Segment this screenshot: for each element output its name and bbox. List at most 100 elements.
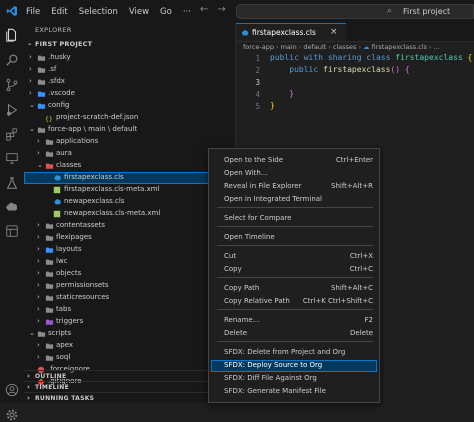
menu-item-label: Delete <box>224 329 247 337</box>
tree-item[interactable]: firstapexclass.cls-meta.xml <box>24 184 235 196</box>
tree-item[interactable]: › .vscode <box>24 88 235 100</box>
chevron-right-icon[interactable]: › <box>37 233 40 241</box>
tree-item[interactable]: › staticresources <box>24 292 235 304</box>
chevron-right-icon[interactable]: › <box>37 305 40 313</box>
tree-item[interactable]: firstapexclass.cls <box>24 172 235 184</box>
chevron-right-icon[interactable]: › <box>37 221 40 229</box>
breadcrumb-more[interactable]: ... <box>434 43 440 51</box>
context-menu-item[interactable]: Open With... <box>211 168 377 180</box>
menu-separator <box>217 341 373 342</box>
context-menu-item[interactable]: Copy Relative Path Ctrl+K Ctrl+Shift+C <box>211 296 377 308</box>
files-icon[interactable] <box>5 28 19 42</box>
menu-selection[interactable]: Selection <box>79 7 118 17</box>
tree-item[interactable]: › permissionsets <box>24 280 235 292</box>
source-control-icon[interactable] <box>5 78 19 92</box>
chevron-down-icon[interactable]: ⌄ <box>29 101 35 109</box>
chevron-right-icon[interactable]: › <box>29 53 32 61</box>
chevron-right-icon[interactable]: › <box>29 65 32 73</box>
context-menu-item[interactable]: Open to the Side Ctrl+Enter <box>211 155 377 167</box>
tree-item[interactable]: › lwc <box>24 256 235 268</box>
context-menu-item[interactable]: Reveal in File Explorer Shift+Alt+R <box>211 181 377 193</box>
context-menu-item[interactable]: Cut Ctrl+X <box>211 251 377 263</box>
running-tasks-section[interactable]: › RUNNING TASKS <box>24 392 235 403</box>
menu-go[interactable]: Go <box>160 7 172 17</box>
context-menu-item[interactable]: Open Timeline <box>211 232 377 244</box>
context-menu-item[interactable]: SFDX: Diff File Against Org <box>211 373 377 385</box>
chevron-right-icon[interactable]: › <box>37 149 40 157</box>
chevron-right-icon[interactable]: › <box>37 341 40 349</box>
chevron-down-icon[interactable]: ⌄ <box>29 329 35 337</box>
context-menu-item[interactable]: Delete Delete <box>211 328 377 340</box>
menu-file[interactable]: File <box>26 7 40 17</box>
chevron-right-icon[interactable]: › <box>37 245 40 253</box>
menu-item-label: Select for Compare <box>224 214 292 222</box>
context-menu-item[interactable]: Select for Compare <box>211 213 377 225</box>
breadcrumb-force-app[interactable]: force-app <box>243 43 274 51</box>
chevron-right-icon[interactable]: › <box>37 281 40 289</box>
tree-item[interactable]: › layouts <box>24 244 235 256</box>
close-icon[interactable]: × <box>330 27 338 37</box>
tree-item[interactable]: › triggers <box>24 316 235 328</box>
context-menu-item[interactable]: SFDX: Generate Manifest File <box>211 386 377 398</box>
context-menu-item[interactable]: Rename... F2 <box>211 315 377 327</box>
tree-item[interactable]: {} project-scratch-def.json <box>24 112 235 124</box>
chevron-right-icon[interactable]: › <box>37 293 40 301</box>
run-debug-icon[interactable] <box>5 103 19 117</box>
tree-item[interactable]: › .sfdx <box>24 76 235 88</box>
tree-item[interactable]: › .sf <box>24 64 235 76</box>
menu-item-label: SFDX: Diff File Against Org <box>224 374 317 382</box>
chevron-right-icon[interactable]: › <box>37 269 40 277</box>
context-menu-item[interactable]: Copy Path Shift+Alt+C <box>211 283 377 295</box>
tree-item[interactable]: › flexipages <box>24 232 235 244</box>
context-menu-item[interactable]: SFDX: Deploy Source to Org <box>211 360 377 372</box>
context-menu-item[interactable]: Open in Integrated Terminal <box>211 194 377 206</box>
extensions-icon[interactable] <box>5 127 19 141</box>
tree-item[interactable]: › contentassets <box>24 220 235 232</box>
remote-explorer-icon[interactable] <box>5 151 19 165</box>
tree-item[interactable]: ⌄ force-app \ main \ default <box>24 124 235 136</box>
project-header[interactable]: ⌄ FIRST PROJECT <box>24 38 235 50</box>
menu-edit[interactable]: Edit <box>51 7 67 17</box>
tree-item[interactable]: ⌄ scripts <box>24 328 235 340</box>
search-icon[interactable] <box>5 53 19 67</box>
tree-item[interactable]: › aura <box>24 148 235 160</box>
tree-item[interactable]: › tabs <box>24 304 235 316</box>
tree-item[interactable]: newapexclass.cls <box>24 196 235 208</box>
chevron-right-icon[interactable]: › <box>37 317 40 325</box>
code-editor[interactable]: 1 public with sharing class firstapexcla… <box>236 53 474 113</box>
chevron-right-icon[interactable]: › <box>29 77 32 85</box>
chevron-right-icon[interactable]: › <box>29 89 32 97</box>
chevron-down-icon[interactable]: ⌄ <box>37 161 43 169</box>
chevron-down-icon[interactable]: ⌄ <box>29 125 35 133</box>
tree-item[interactable]: ⌄ config <box>24 100 235 112</box>
chevron-right-icon[interactable]: › <box>37 137 40 145</box>
tab-firstapexclass[interactable]: firstapexclass.cls × <box>236 23 346 41</box>
testing-icon[interactable] <box>5 176 19 190</box>
chevron-right-icon[interactable]: › <box>37 353 40 361</box>
salesforce-icon[interactable] <box>5 200 19 214</box>
tree-item[interactable]: › .husky <box>24 52 235 64</box>
back-arrow-icon[interactable]: ← <box>200 4 217 15</box>
breadcrumb-file[interactable]: firstapexclass.cls <box>372 43 427 51</box>
tree-item[interactable]: › soql <box>24 352 235 364</box>
folder-icon <box>45 222 54 230</box>
tree-item[interactable]: › objects <box>24 268 235 280</box>
breadcrumb-default[interactable]: default <box>303 43 326 51</box>
breadcrumb-main[interactable]: main <box>281 43 297 51</box>
menu-more[interactable]: ··· <box>183 7 191 17</box>
accounts-icon[interactable] <box>5 383 19 397</box>
context-menu-item[interactable]: SFDX: Delete from Project and Org <box>211 347 377 359</box>
tree-item[interactable]: newapexclass.cls-meta.xml <box>24 208 235 220</box>
context-menu-item[interactable]: Copy Ctrl+C <box>211 264 377 276</box>
settings-gear-icon[interactable] <box>5 408 19 422</box>
tree-item[interactable]: › applications <box>24 136 235 148</box>
chevron-right-icon[interactable]: › <box>37 257 40 265</box>
tree-item[interactable]: ⌄ classes <box>24 160 235 172</box>
tree-item[interactable]: › apex <box>24 340 235 352</box>
org-browser-icon[interactable] <box>5 224 19 238</box>
search-icon: ⌕ <box>387 6 393 16</box>
menu-view[interactable]: View <box>129 7 149 17</box>
command-center-search[interactable]: ⌕ First project <box>236 4 474 19</box>
breadcrumb-classes[interactable]: classes <box>333 43 357 51</box>
forward-arrow-icon[interactable]: → <box>217 4 234 15</box>
